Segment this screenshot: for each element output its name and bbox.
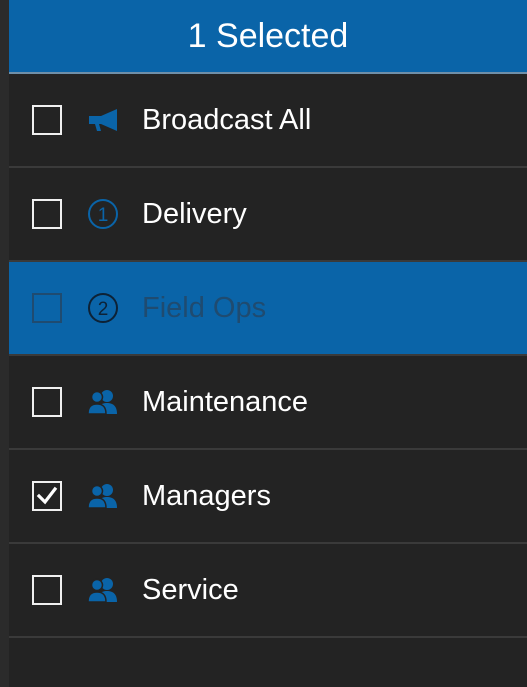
list-item-field-ops[interactable]: 2 Field Ops <box>9 262 527 356</box>
group-icon <box>84 385 122 419</box>
svg-text:2: 2 <box>98 299 109 320</box>
checkbox-managers[interactable] <box>32 481 62 511</box>
list-item-label: Broadcast All <box>142 103 312 136</box>
checkbox-maintenance[interactable] <box>32 387 62 417</box>
list-item-label: Maintenance <box>142 385 309 418</box>
circled-number-1-icon: 1 <box>84 197 122 231</box>
list-item-label: Service <box>142 573 239 606</box>
checkbox-broadcast-all[interactable] <box>32 105 62 135</box>
list-bottom-spacer <box>9 638 527 687</box>
svg-text:1: 1 <box>98 205 109 226</box>
selection-count-title: 1 Selected <box>187 16 349 55</box>
megaphone-icon <box>84 103 122 137</box>
list-item-label: Managers <box>142 479 271 512</box>
list-item-delivery[interactable]: 1 Delivery <box>9 168 527 262</box>
selection-header: 1 Selected <box>9 0 527 74</box>
circled-number-2-icon: 2 <box>84 291 122 325</box>
group-list: Broadcast All 1 Delivery 2 Field Ops Mai… <box>9 74 527 638</box>
checkbox-service[interactable] <box>32 575 62 605</box>
group-selection-panel: 1 Selected Broadcast All 1 Delivery 2 Fi… <box>9 0 527 687</box>
list-item-service[interactable]: Service <box>9 544 527 638</box>
list-item-maintenance[interactable]: Maintenance <box>9 356 527 450</box>
checkbox-field-ops[interactable] <box>32 293 62 323</box>
list-item-broadcast-all[interactable]: Broadcast All <box>9 74 527 168</box>
checkbox-delivery[interactable] <box>32 199 62 229</box>
group-icon <box>84 573 122 607</box>
list-item-managers[interactable]: Managers <box>9 450 527 544</box>
checkmark-icon <box>36 486 58 505</box>
group-icon <box>84 479 122 513</box>
list-item-label: Field Ops <box>142 291 267 324</box>
list-item-label: Delivery <box>142 197 247 230</box>
